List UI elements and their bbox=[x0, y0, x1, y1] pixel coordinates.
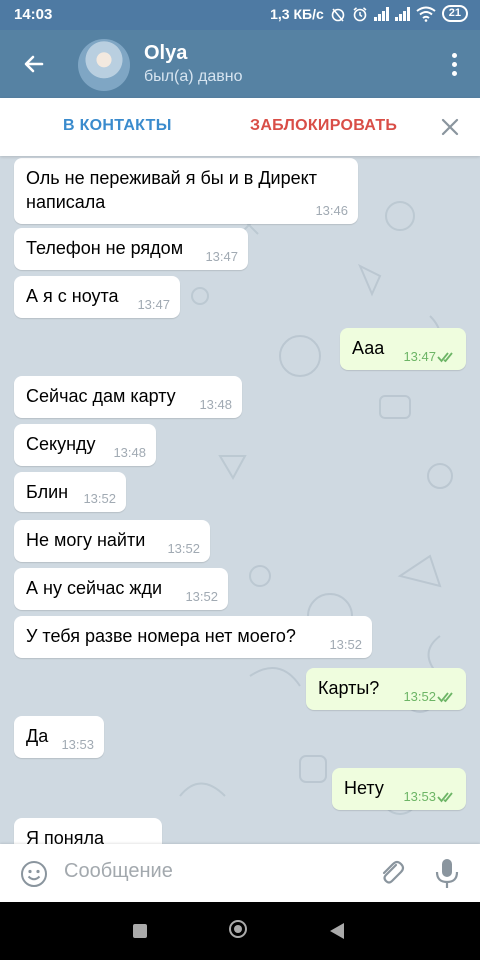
status-time: 14:03 bbox=[14, 6, 53, 23]
double-check-icon bbox=[437, 352, 453, 363]
message-text: Сейчас дам карту bbox=[26, 386, 176, 406]
incoming-message[interactable]: А ну сейчас жди 13:52 bbox=[14, 568, 228, 610]
message-text: Нету bbox=[344, 778, 384, 798]
incoming-message[interactable]: Блин 13:52 bbox=[14, 472, 126, 512]
chat-messages[interactable]: Оль не переживай я бы и в Директ написала… bbox=[0, 156, 480, 844]
message-text: Ааа bbox=[352, 338, 385, 358]
message-time: 13:48 bbox=[199, 397, 232, 412]
system-nav-bar bbox=[0, 902, 480, 960]
contact-action-bar: В КОНТАКТЫ ЗАБЛОКИРОВАТЬ bbox=[0, 98, 480, 156]
block-user-button[interactable]: ЗАБЛОКИРОВАТЬ bbox=[250, 117, 397, 135]
wifi-icon bbox=[416, 6, 436, 22]
status-bar: 14:03 1,3 КБ/с 21 bbox=[0, 0, 480, 30]
message-text: А я с ноута bbox=[26, 286, 119, 306]
alarm-icon bbox=[353, 6, 367, 21]
message-text-line-2: написала bbox=[26, 192, 106, 212]
network-speed: 1,3 КБ/с bbox=[270, 5, 324, 22]
message-text: Секунду bbox=[26, 434, 96, 454]
contact-last-seen: был(а) давно bbox=[144, 68, 243, 85]
message-time: 13:52 bbox=[185, 589, 218, 604]
status-icons: 1,3 КБ/с 21 bbox=[270, 5, 468, 22]
outgoing-message[interactable]: Ааа 13:47 bbox=[340, 328, 466, 370]
message-input[interactable]: Сообщение bbox=[64, 860, 173, 883]
message-time: 13:47 bbox=[205, 249, 238, 264]
message-text: Не могу найти bbox=[26, 530, 146, 550]
signal-icon bbox=[373, 6, 389, 21]
alarm-off-icon bbox=[331, 8, 345, 21]
message-time: 13:47 bbox=[403, 349, 436, 364]
microphone-icon[interactable] bbox=[434, 857, 460, 889]
more-vert-icon bbox=[451, 52, 457, 58]
emoji-icon[interactable] bbox=[20, 860, 48, 888]
message-time: 13:52 bbox=[83, 491, 116, 506]
back-button[interactable] bbox=[18, 48, 50, 80]
message-time: 13:48 bbox=[113, 445, 146, 460]
incoming-message[interactable]: Секунду 13:48 bbox=[14, 424, 156, 466]
message-time: 13:53 bbox=[403, 789, 436, 804]
battery-indicator: 21 bbox=[441, 5, 468, 22]
system-back-button[interactable] bbox=[330, 923, 344, 939]
message-text: Карты? bbox=[318, 678, 380, 698]
message-time: 13:53 bbox=[61, 737, 94, 752]
message-text: Я поняла bbox=[26, 828, 104, 844]
message-time: 13:52 bbox=[167, 541, 200, 556]
incoming-message[interactable]: Я поняла bbox=[14, 818, 162, 844]
message-text: Блин bbox=[26, 482, 69, 502]
double-check-icon bbox=[437, 692, 453, 703]
message-time: 13:47 bbox=[137, 297, 170, 312]
message-text: У тебя разве номера нет моего? bbox=[26, 626, 296, 646]
incoming-message[interactable]: Телефон не рядом 13:47 bbox=[14, 228, 248, 270]
message-text: Оль не переживай я бы и в Директ bbox=[26, 168, 317, 188]
message-text: Телефон не рядом bbox=[26, 238, 184, 258]
incoming-message[interactable]: А я с ноута 13:47 bbox=[14, 276, 180, 318]
avatar[interactable] bbox=[78, 39, 130, 91]
add-to-contacts-button[interactable]: В КОНТАКТЫ bbox=[63, 117, 172, 135]
outgoing-message[interactable]: Нету 13:53 bbox=[332, 768, 466, 810]
close-icon[interactable] bbox=[438, 115, 462, 139]
message-time: 13:52 bbox=[329, 637, 362, 652]
contact-name[interactable]: Olya bbox=[144, 42, 187, 65]
arrow-left-icon bbox=[24, 55, 44, 73]
chat-header: Olya был(а) давно bbox=[0, 30, 480, 98]
message-time: 13:46 bbox=[315, 203, 348, 218]
double-check-icon bbox=[437, 792, 453, 803]
recents-button[interactable] bbox=[133, 924, 147, 938]
home-button[interactable] bbox=[229, 920, 247, 938]
paperclip-icon[interactable] bbox=[378, 858, 406, 888]
incoming-message[interactable]: Не могу найти 13:52 bbox=[14, 520, 210, 562]
message-composer: Сообщение bbox=[0, 844, 480, 902]
outgoing-message[interactable]: Карты? 13:52 bbox=[306, 668, 466, 710]
signal-icon-2 bbox=[394, 6, 410, 21]
message-text: А ну сейчас жди bbox=[26, 578, 163, 598]
incoming-message[interactable]: У тебя разве номера нет моего? 13:52 bbox=[14, 616, 372, 658]
incoming-message[interactable]: Да 13:53 bbox=[14, 716, 104, 758]
message-time: 13:52 bbox=[403, 689, 436, 704]
incoming-message[interactable]: Сейчас дам карту 13:48 bbox=[14, 376, 242, 418]
more-options-button[interactable] bbox=[442, 48, 466, 80]
incoming-message[interactable]: Оль не переживай я бы и в Директ написала… bbox=[14, 158, 358, 224]
message-text: Да bbox=[26, 726, 49, 746]
